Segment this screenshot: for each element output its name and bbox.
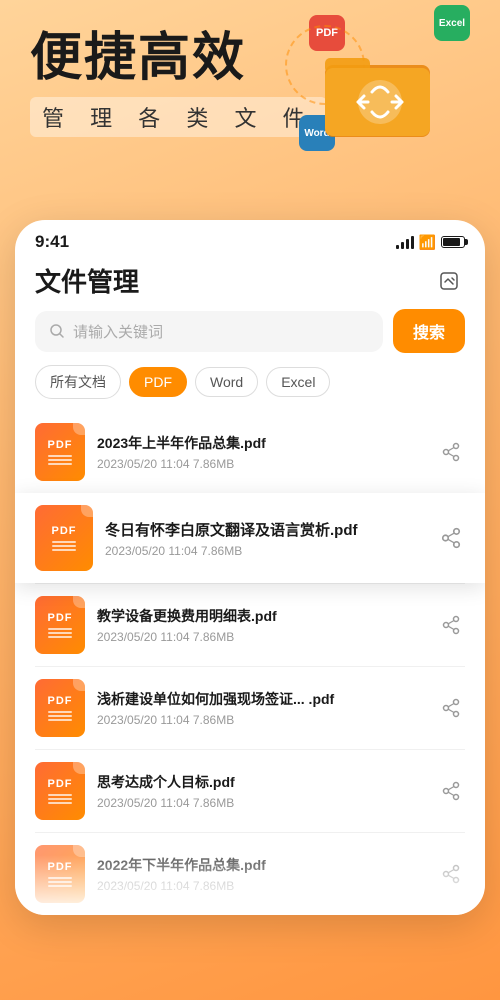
phone-mockup: 9:41 📶 文件管理 bbox=[15, 220, 485, 915]
tab-excel[interactable]: Excel bbox=[266, 367, 330, 397]
search-button[interactable]: 搜索 bbox=[393, 309, 465, 353]
file-name: 冬日有怀李白原文翻译及语言赏析.pdf bbox=[105, 519, 425, 540]
file-meta: 2023/05/20 11:04 7.86MB bbox=[97, 713, 425, 727]
wifi-icon: 📶 bbox=[419, 234, 436, 251]
share-icon[interactable] bbox=[437, 438, 465, 466]
app-header: 文件管理 bbox=[15, 257, 485, 309]
file-item[interactable]: PDF 教学设备更换费用明细表.pdf 2023/05/20 11:04 7.8… bbox=[15, 584, 485, 666]
pdf-file-icon: PDF bbox=[35, 505, 93, 571]
file-name: 2023年上半年作品总集.pdf bbox=[97, 433, 425, 453]
folder-illustration bbox=[320, 30, 440, 150]
status-time: 9:41 bbox=[35, 232, 69, 252]
search-input-wrap[interactable]: 请输入关键词 bbox=[35, 311, 383, 352]
share-icon[interactable] bbox=[437, 777, 465, 805]
file-item[interactable]: PDF 浅析建设单位如何加强现场签证... .pdf 2023/05/20 11… bbox=[15, 667, 485, 749]
file-name: 思考达成个人目标.pdf bbox=[97, 772, 425, 792]
pdf-file-icon: PDF bbox=[35, 423, 85, 481]
pdf-file-icon: PDF bbox=[35, 596, 85, 654]
tab-all-docs[interactable]: 所有文档 bbox=[35, 365, 121, 399]
signal-icon bbox=[396, 235, 414, 249]
tab-pdf[interactable]: PDF bbox=[129, 367, 187, 397]
share-icon[interactable] bbox=[437, 611, 465, 639]
battery-icon bbox=[441, 236, 465, 248]
filter-tabs: 所有文档 PDF Word Excel bbox=[15, 365, 485, 411]
hero-section: 便捷高效 管 理 各 类 文 件 PDF Excel Word bbox=[0, 0, 500, 220]
status-icons: 📶 bbox=[396, 234, 465, 251]
pdf-file-icon: PDF bbox=[35, 679, 85, 737]
file-meta: 2023/05/20 11:04 7.86MB bbox=[97, 630, 425, 644]
tab-word[interactable]: Word bbox=[195, 367, 258, 397]
file-info: 浅析建设单位如何加强现场签证... .pdf 2023/05/20 11:04 … bbox=[97, 689, 425, 727]
search-bar: 请输入关键词 搜索 bbox=[35, 309, 465, 353]
bottom-fade bbox=[15, 855, 485, 915]
file-info: 教学设备更换费用明细表.pdf 2023/05/20 11:04 7.86MB bbox=[97, 606, 425, 644]
file-info: 2023年上半年作品总集.pdf 2023/05/20 11:04 7.86MB bbox=[97, 433, 425, 471]
file-meta: 2023/05/20 11:04 7.86MB bbox=[97, 457, 425, 471]
file-meta: 2023/05/20 11:04 7.86MB bbox=[97, 796, 425, 810]
search-placeholder: 请输入关键词 bbox=[73, 321, 163, 342]
file-item[interactable]: PDF 思考达成个人目标.pdf 2023/05/20 11:04 7.86MB bbox=[15, 750, 485, 832]
app-title: 文件管理 bbox=[35, 262, 139, 299]
share-icon[interactable] bbox=[437, 694, 465, 722]
file-name: 浅析建设单位如何加强现场签证... .pdf bbox=[97, 689, 425, 709]
file-meta: 2023/05/20 11:04 7.86MB bbox=[105, 544, 425, 558]
search-icon bbox=[49, 323, 65, 339]
hero-subtitle: 管 理 各 类 文 件 bbox=[30, 97, 327, 137]
file-info: 思考达成个人目标.pdf 2023/05/20 11:04 7.86MB bbox=[97, 772, 425, 810]
share-icon[interactable] bbox=[437, 524, 465, 552]
file-info: 冬日有怀李白原文翻译及语言赏析.pdf 2023/05/20 11:04 7.8… bbox=[105, 519, 425, 558]
file-item[interactable]: PDF 2023年上半年作品总集.pdf 2023/05/20 11:04 7.… bbox=[15, 411, 485, 493]
pdf-file-icon: PDF bbox=[35, 762, 85, 820]
file-name: 教学设备更换费用明细表.pdf bbox=[97, 606, 425, 626]
file-list: PDF 2023年上半年作品总集.pdf 2023/05/20 11:04 7.… bbox=[15, 411, 485, 915]
edit-icon[interactable] bbox=[433, 265, 465, 297]
file-item-highlighted[interactable]: PDF 冬日有怀李白原文翻译及语言赏析.pdf 2023/05/20 11:04… bbox=[15, 493, 485, 583]
status-bar: 9:41 📶 bbox=[15, 220, 485, 257]
